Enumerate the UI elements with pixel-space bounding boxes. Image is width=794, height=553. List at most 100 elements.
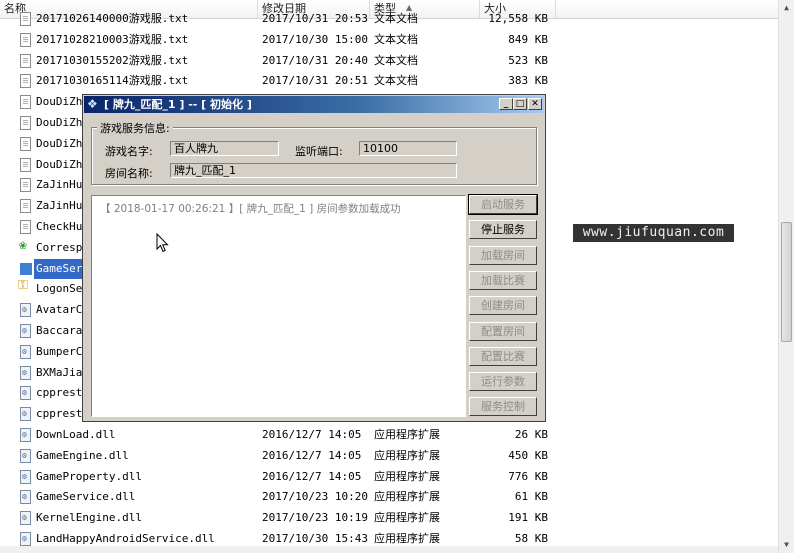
file-row[interactable]: DownLoad.dll 2016/12/7 14:05 应用程序扩展 26 KB (0, 425, 560, 446)
file-row[interactable]: GameProperty.dll 2016/12/7 14:05 应用程序扩展 776… (0, 467, 560, 487)
file-size: 776 KB (508, 469, 548, 483)
file-row[interactable]: 20171026140000游戏服.txt 2017/10/31 20:53 文本文… (0, 9, 560, 30)
text-file-icon (20, 95, 31, 110)
room-name-field[interactable]: 牌九_匹配_1 (170, 163, 457, 178)
file-type: 应用程序扩展 (374, 490, 440, 504)
horizontal-scrollbar[interactable] (0, 546, 778, 553)
room-name-label: 房间名称: (105, 167, 153, 180)
text-file-icon (20, 178, 31, 193)
file-date: 2016/12/7 14:05 (262, 448, 362, 462)
scroll-up-icon[interactable]: ▲ (779, 0, 794, 16)
file-name: KernelEngine.dll (36, 511, 142, 525)
file-row[interactable]: GameEngine.dll 2016/12/7 14:05 应用程序扩展 450 K… (0, 446, 560, 467)
file-name: 20171026140000游戏服.txt (36, 12, 189, 25)
text-file-icon (20, 219, 31, 234)
text-file-icon (20, 53, 31, 68)
close-icon: ✕ (531, 99, 539, 109)
dll-file-icon (20, 300, 31, 321)
file-size: 523 KB (508, 53, 548, 67)
dialog-button-5[interactable]: 配置房间 (469, 321, 537, 341)
file-name: 20171030155202游戏服.txt (36, 53, 189, 67)
vertical-scrollbar[interactable]: ▲ ▼ (778, 0, 794, 553)
log-line: 【 2018-01-17 00:26:21 】[ 牌九_匹配_1 ] 房间参数加… (100, 203, 401, 215)
file-type: 应用程序扩展 (374, 469, 440, 483)
dll-file-icon (20, 529, 31, 550)
file-name: GameProperty.dll (36, 469, 142, 483)
dialog-button-2[interactable]: 加载房间 (469, 245, 537, 265)
mouse-cursor-icon (156, 233, 169, 253)
game-server-dialog: ❖ [ 牌九_匹配_1 ] -- [ 初始化 ] _ □ ✕ 游戏服务信息: 游… (82, 94, 546, 422)
file-type: 文本文档 (374, 12, 418, 25)
scrollbar-thumb[interactable] (781, 222, 792, 342)
file-size: 383 KB (508, 74, 548, 88)
file-size: 12,558 KB (488, 12, 548, 25)
group-title: 游戏服务信息: (97, 120, 173, 136)
game-name-field[interactable]: 百人牌九 (170, 141, 279, 156)
dll-file-icon (20, 425, 31, 446)
file-name: CheckHu (36, 219, 83, 233)
file-type: 文本文档 (374, 53, 418, 67)
close-button[interactable]: ✕ (528, 98, 542, 110)
dialog-title: [ 牌九_匹配_1 ] -- [ 初始化 ] (104, 98, 252, 111)
log-panel[interactable]: 【 2018-01-17 00:26:21 】[ 牌九_匹配_1 ] 房间参数加… (91, 195, 466, 417)
file-row[interactable]: KernelEngine.dll 2017/10/23 10:19 应用程序扩展 19… (0, 508, 560, 529)
minimize-icon: _ (503, 99, 509, 109)
file-size: 26 KB (514, 427, 548, 441)
file-type: 应用程序扩展 (374, 448, 440, 462)
dialog-button-7[interactable]: 运行参数 (469, 372, 537, 392)
key-app-icon (18, 276, 31, 297)
file-type: 文本文档 (374, 74, 418, 88)
dll-file-icon (20, 342, 31, 363)
file-date: 2017/10/23 10:20 (262, 490, 368, 504)
text-file-icon (20, 199, 31, 214)
file-type: 应用程序扩展 (374, 427, 440, 441)
file-date: 2016/12/7 14:05 (262, 427, 362, 441)
file-type: 应用程序扩展 (374, 511, 440, 525)
file-date: 2017/10/30 15:00 (262, 32, 368, 46)
dialog-button-1[interactable]: 停止服务 (469, 220, 537, 240)
file-row[interactable]: 20171028210003游戏服.txt 2017/10/30 15:00 文本文… (0, 30, 560, 51)
dialog-button-3[interactable]: 加载比赛 (469, 270, 537, 290)
text-file-icon (20, 157, 31, 172)
dll-file-icon (20, 487, 31, 508)
file-name: 20171030165114游戏服.txt (36, 74, 189, 88)
dialog-button-4[interactable]: 创建房间 (469, 296, 537, 316)
dialog-button-0[interactable]: 启动服务 (468, 194, 538, 215)
file-row[interactable]: 20171030155202游戏服.txt 2017/10/31 20:40 文本文… (0, 51, 560, 72)
maximize-button[interactable]: □ (513, 98, 527, 110)
file-date: 2016/12/7 14:05 (262, 469, 362, 483)
dll-file-icon (20, 383, 31, 404)
file-date: 2017/10/31 20:40 (262, 53, 368, 67)
text-file-icon (20, 136, 31, 151)
port-field[interactable]: 10100 (359, 141, 457, 156)
server-app-icon: ❖ (87, 97, 98, 111)
file-name: DownLoad.dll (36, 427, 116, 441)
text-file-icon (20, 32, 31, 47)
file-date: 2017/10/23 10:19 (262, 511, 368, 525)
file-size: 61 KB (514, 490, 548, 504)
scroll-down-icon[interactable]: ▼ (779, 537, 794, 553)
file-name: 20171028210003游戏服.txt (36, 32, 189, 46)
file-type: 文本文档 (374, 32, 418, 46)
dialog-titlebar[interactable]: ❖ [ 牌九_匹配_1 ] -- [ 初始化 ] _ □ ✕ (84, 96, 544, 113)
dll-file-icon (20, 404, 31, 425)
file-date: 2017/10/31 20:53 (262, 12, 368, 25)
dialog-button-8[interactable]: 服务控制 (469, 397, 537, 417)
file-date: 2017/10/31 20:51 (262, 74, 368, 88)
file-row[interactable]: 20171030165114游戏服.txt 2017/10/31 20:51 文本文… (0, 71, 560, 92)
text-file-icon (20, 74, 31, 89)
file-size: 450 KB (508, 448, 548, 462)
port-label: 监听端口: (295, 145, 343, 158)
dll-file-icon (20, 508, 31, 529)
game-name-label: 游戏名字: (105, 145, 153, 158)
dialog-button-6[interactable]: 配置比赛 (469, 346, 537, 366)
file-size: 191 KB (508, 511, 548, 525)
minimize-button[interactable]: _ (499, 98, 513, 110)
file-name: GameService.dll (36, 490, 136, 504)
maximize-icon: □ (515, 99, 525, 109)
dll-file-icon (20, 363, 31, 383)
file-name: GameEngine.dll (36, 448, 129, 462)
dll-file-icon (20, 467, 31, 487)
file-row[interactable]: GameService.dll 2017/10/23 10:20 应用程序扩展 61 … (0, 487, 560, 508)
text-file-icon (20, 12, 31, 26)
